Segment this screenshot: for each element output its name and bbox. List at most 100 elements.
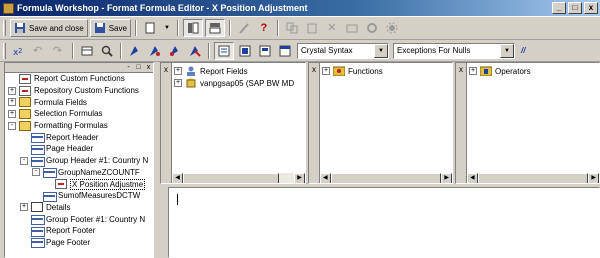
- fields-pane: x + Report Fields + vanpgsap05 (SAP BW M…: [160, 62, 306, 184]
- bookmark-next-button[interactable]: [146, 42, 164, 60]
- bookmark-toggle-button[interactable]: [126, 42, 144, 60]
- tree-item[interactable]: + Formula Fields: [5, 96, 153, 108]
- toolbar-separator: [176, 20, 179, 36]
- formula-text-editor[interactable]: [168, 187, 600, 258]
- tree-node[interactable]: + vanpgsap05 (SAP BW MD: [174, 77, 305, 89]
- tree-node[interactable]: + Operators: [469, 65, 599, 77]
- tree-panel-close-button[interactable]: x: [144, 64, 153, 72]
- settings-button[interactable]: [363, 19, 381, 37]
- expand-icon[interactable]: +: [469, 67, 477, 75]
- chevron-down-icon[interactable]: ▼: [500, 43, 514, 58]
- tree-item[interactable]: Report Custom Functions: [5, 73, 153, 85]
- new-dropdown-button[interactable]: ▼: [161, 19, 173, 37]
- tree-node[interactable]: + Functions: [322, 65, 452, 77]
- operators-pane-close-button[interactable]: x: [456, 65, 466, 74]
- scroll-right-button[interactable]: ▶: [294, 172, 305, 183]
- toggle-fields-button[interactable]: [204, 19, 225, 37]
- tree-item[interactable]: + Details: [5, 202, 153, 214]
- functions-pane-close-button[interactable]: x: [309, 65, 319, 74]
- undo-button[interactable]: ↶: [30, 42, 48, 60]
- comment-button[interactable]: //: [518, 42, 528, 60]
- tree-item-label: Report Header: [46, 132, 99, 142]
- bookmark-clear-button[interactable]: [186, 42, 204, 60]
- tree-item[interactable]: Page Header: [5, 143, 153, 155]
- hide-fields-button[interactable]: [276, 42, 294, 60]
- gear-button[interactable]: [383, 19, 401, 37]
- save-and-close-label: Save and close: [29, 23, 84, 33]
- redo-button[interactable]: ↷: [50, 42, 68, 60]
- expand-icon[interactable]: +: [8, 109, 16, 118]
- tree-item[interactable]: X Position Adjustme: [5, 178, 153, 190]
- tree-node[interactable]: + Report Fields: [174, 65, 305, 77]
- delete-button[interactable]: ✕: [323, 19, 341, 37]
- find-icon: [101, 45, 113, 57]
- scroll-right-button[interactable]: ▶: [588, 172, 599, 183]
- tree-item[interactable]: - Formatting Formulas: [5, 120, 153, 132]
- tree-item[interactable]: - Group Header #1: Country N: [5, 155, 153, 167]
- bookmark-prev-button[interactable]: [166, 42, 184, 60]
- chevron-down-icon[interactable]: ▼: [374, 43, 388, 58]
- scroll-left-button[interactable]: ◀: [320, 172, 331, 183]
- tree-panel-restore-button[interactable]: □: [134, 64, 143, 72]
- tree-item[interactable]: Group Footer #1: Country N: [5, 213, 153, 226]
- sort-functions-button[interactable]: [236, 42, 254, 60]
- fx-icon: [19, 85, 31, 96]
- scroll-thumb[interactable]: [183, 172, 279, 183]
- tree-item[interactable]: Report Header: [5, 131, 153, 144]
- tree-panel-minimize-button[interactable]: -: [124, 64, 133, 72]
- save-and-close-button[interactable]: Save and close: [10, 19, 88, 37]
- expand-icon[interactable]: +: [8, 86, 16, 95]
- doc-icon: [31, 202, 43, 213]
- find-button[interactable]: [98, 42, 116, 60]
- save-button[interactable]: Save: [89, 19, 131, 37]
- collapse-icon[interactable]: -: [8, 121, 16, 130]
- sort-fields-button[interactable]: [214, 41, 234, 60]
- syntax-select[interactable]: Crystal Syntax ▼: [297, 42, 389, 59]
- scroll-left-button[interactable]: ◀: [467, 172, 478, 183]
- scroll-thumb[interactable]: [477, 172, 589, 183]
- expand-icon[interactable]: +: [322, 67, 330, 75]
- toolbar-separator: [276, 20, 279, 36]
- fields-pane-close-button[interactable]: x: [161, 65, 171, 74]
- line-icon: [31, 132, 45, 144]
- rename-button[interactable]: [343, 19, 361, 37]
- wizard-icon: [238, 22, 250, 34]
- tree-item[interactable]: SumofMeasuresDCTW: [5, 190, 153, 202]
- scroll-right-button[interactable]: ▶: [441, 172, 452, 183]
- operators-pane-scrollbar[interactable]: ◀ ▶: [467, 172, 599, 183]
- toggle-tree-button[interactable]: [182, 19, 203, 37]
- minimize-button[interactable]: _: [552, 2, 566, 14]
- save-icon: [94, 22, 106, 34]
- tree-item-label: Page Header: [46, 144, 94, 154]
- tree-item[interactable]: + Repository Custom Functions: [5, 85, 153, 97]
- browse-data-button[interactable]: [78, 42, 96, 60]
- bookmark-prev-icon: [169, 45, 181, 57]
- maximize-button[interactable]: □: [568, 2, 582, 14]
- tree-item[interactable]: + Selection Formulas: [5, 108, 153, 120]
- expand-icon[interactable]: +: [174, 79, 182, 87]
- help-button[interactable]: ?: [255, 19, 273, 37]
- paste-button[interactable]: [303, 19, 321, 37]
- expand-icon[interactable]: +: [20, 203, 28, 212]
- functions-pane-scrollbar[interactable]: ◀ ▶: [320, 172, 452, 183]
- tree-item[interactable]: Page Footer: [5, 237, 153, 249]
- wizard-button[interactable]: [235, 19, 253, 37]
- tree-item[interactable]: - GroupNameZCOUNTF: [5, 167, 153, 179]
- toolbar-grip[interactable]: [3, 20, 6, 36]
- toolbar-grip[interactable]: [3, 42, 6, 59]
- copy-button[interactable]: [283, 19, 301, 37]
- scroll-thumb[interactable]: [330, 172, 442, 183]
- null-handling-select[interactable]: Exceptions For Nulls ▼: [393, 42, 515, 59]
- expand-icon[interactable]: +: [8, 98, 16, 107]
- new-button[interactable]: [141, 19, 159, 37]
- tree-item-label: GroupNameZCOUNTF: [58, 167, 140, 177]
- check-button[interactable]: x2: [10, 42, 28, 60]
- sort-operators-button[interactable]: [256, 42, 274, 60]
- expand-icon[interactable]: +: [174, 67, 182, 75]
- collapse-icon[interactable]: -: [20, 156, 28, 165]
- tree-item[interactable]: Report Footer: [5, 225, 153, 237]
- collapse-icon[interactable]: -: [32, 168, 40, 177]
- scroll-left-button[interactable]: ◀: [172, 172, 183, 183]
- fields-pane-scrollbar[interactable]: ◀ ▶: [172, 172, 305, 183]
- close-button[interactable]: x: [584, 2, 598, 14]
